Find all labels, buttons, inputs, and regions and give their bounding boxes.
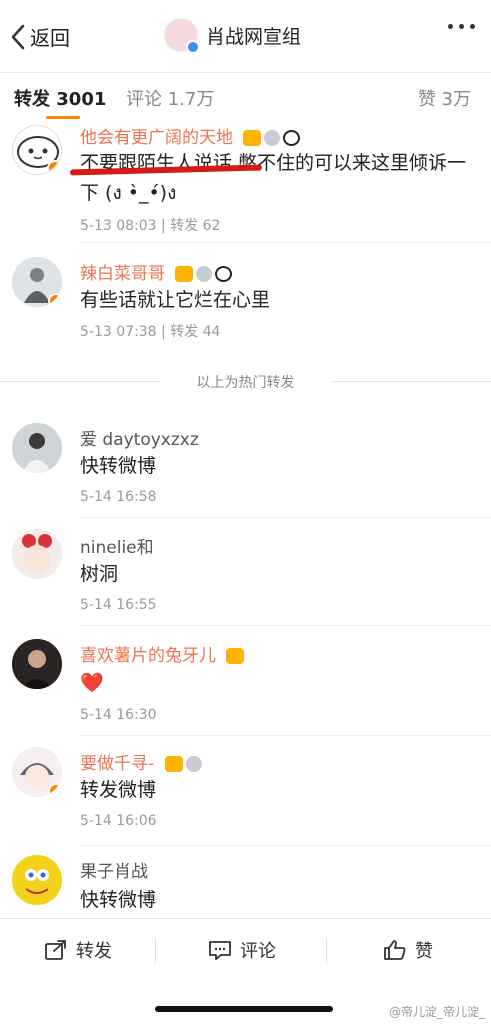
repost-content: 有些话就让它烂在心里 bbox=[80, 289, 271, 311]
repost-label: 转发 bbox=[76, 941, 112, 962]
list-item[interactable]: 果子肖战 快转微博 bbox=[0, 845, 491, 918]
repost-content: ❤️ bbox=[80, 672, 104, 694]
username[interactable]: 要做千寻- bbox=[80, 749, 202, 774]
username[interactable]: 喜欢薯片的兔牙儿 bbox=[80, 641, 245, 666]
comment-bubble-icon bbox=[209, 941, 231, 960]
username[interactable]: 辣白菜哥哥 bbox=[80, 259, 233, 284]
badges bbox=[226, 648, 245, 664]
share-arrow-icon bbox=[45, 940, 66, 960]
verified-blue-icon bbox=[186, 40, 200, 54]
verified-orange-icon bbox=[47, 160, 61, 174]
avatar[interactable] bbox=[12, 747, 62, 797]
list-item[interactable]: 他会有更广阔的天地 不要跟陌生人说话 憋不住的可以来这里倾诉一下 (ง •̀_•… bbox=[0, 121, 491, 243]
panda-icon bbox=[215, 266, 233, 282]
username[interactable]: 他会有更广阔的天地 bbox=[80, 123, 301, 148]
repost-content: 快转微博 bbox=[80, 889, 157, 911]
avatar[interactable] bbox=[12, 125, 62, 175]
username-text: 他会有更广阔的天地 bbox=[80, 128, 233, 148]
more-dots-icon[interactable] bbox=[448, 24, 475, 29]
repost-meta: 5-14 16:55 bbox=[80, 597, 157, 613]
back-label: 返回 bbox=[30, 26, 70, 50]
like-button[interactable]: 赞 bbox=[383, 937, 433, 963]
username-text: 要做千寻- bbox=[80, 754, 155, 774]
active-tab-indicator bbox=[46, 116, 80, 119]
username[interactable]: 果子肖战 bbox=[80, 857, 148, 882]
comment-button[interactable]: 评论 bbox=[208, 937, 276, 963]
account-avatar bbox=[164, 18, 200, 54]
vip-crown-icon bbox=[226, 648, 245, 664]
verified-orange-icon bbox=[48, 783, 62, 797]
chevron-left-icon bbox=[11, 24, 25, 49]
repost-content: 树洞 bbox=[80, 563, 119, 585]
back-button[interactable]: 返回 bbox=[10, 22, 70, 51]
tab-comment[interactable]: 评论 1.7万 bbox=[126, 85, 214, 111]
bottom-action-bar: 转发 评论 赞 bbox=[0, 918, 491, 982]
avatar[interactable] bbox=[12, 855, 62, 905]
list-item[interactable]: 辣白菜哥哥 有些话就让它烂在心里 5-13 07:38 | 转发 44 bbox=[0, 243, 491, 351]
vip-crown-icon bbox=[164, 756, 183, 772]
repost-meta: 5-14 16:58 bbox=[80, 489, 157, 505]
watermark: @帝儿淀_帝儿淀_ bbox=[388, 1005, 485, 1019]
divider bbox=[326, 939, 327, 963]
girl-avatar-icon bbox=[12, 529, 62, 579]
page-title: 肖战网宣组 bbox=[206, 25, 302, 48]
vip-crown-icon bbox=[175, 266, 194, 282]
list-item[interactable]: 喜欢薯片的兔牙儿 ❤️ 5-14 16:30 bbox=[0, 625, 491, 736]
silver-medal-icon bbox=[185, 756, 202, 772]
repost-button[interactable]: 转发 bbox=[44, 937, 112, 963]
spongebob-avatar-icon bbox=[12, 855, 62, 905]
username-text: 喜欢薯片的兔牙儿 bbox=[80, 646, 216, 666]
repost-meta: 5-13 07:38 | 转发 44 bbox=[80, 324, 221, 340]
list-item[interactable]: 要做千寻- 转发微博 5-14 16:06 bbox=[0, 735, 491, 846]
avatar[interactable] bbox=[12, 639, 62, 689]
avatar[interactable] bbox=[12, 423, 62, 473]
tab-like[interactable]: 赞 3万 bbox=[418, 85, 471, 111]
list-item[interactable]: ninelie和 树洞 5-14 16:55 bbox=[0, 517, 491, 626]
badges bbox=[175, 266, 233, 282]
top-nav-bar: 返回 肖战网宣组 bbox=[0, 0, 491, 72]
panda-icon bbox=[283, 130, 301, 146]
vip-crown-icon bbox=[243, 130, 262, 146]
tab-bar: 转发 3001 评论 1.7万 赞 3万 bbox=[0, 73, 491, 121]
hot-reposts-divider: 以上为热门转发 bbox=[0, 371, 491, 391]
comment-label: 评论 bbox=[240, 941, 276, 962]
tab-repost[interactable]: 转发 3001 bbox=[14, 85, 106, 111]
portrait-avatar-icon bbox=[12, 639, 62, 689]
badges bbox=[164, 756, 202, 772]
hot-reposts-label: 以上为热门转发 bbox=[196, 375, 295, 391]
portrait-avatar-icon bbox=[12, 423, 62, 473]
badges bbox=[243, 130, 301, 146]
silver-medal-icon bbox=[264, 130, 281, 146]
home-indicator[interactable] bbox=[155, 1006, 333, 1012]
silver-medal-icon bbox=[196, 266, 213, 282]
repost-meta: 5-13 08:03 | 转发 62 bbox=[80, 218, 221, 234]
username[interactable]: ninelie和 bbox=[80, 533, 154, 558]
divider bbox=[155, 939, 156, 963]
avatar[interactable] bbox=[12, 529, 62, 579]
list-item[interactable]: 爱 daytoyxzxz 快转微博 5-14 16:58 bbox=[0, 411, 491, 518]
thumbs-up-icon bbox=[384, 940, 406, 960]
repost-content: 快转微博 bbox=[80, 455, 157, 477]
avatar[interactable] bbox=[12, 257, 62, 307]
repost-meta: 5-14 16:06 bbox=[80, 813, 157, 829]
repost-content: 不要跟陌生人说话 憋不住的可以来这里倾诉一下 (ง •̀_•́)ง bbox=[80, 152, 467, 204]
account-title[interactable]: 肖战网宣组 bbox=[164, 18, 302, 54]
verified-orange-icon bbox=[48, 293, 62, 307]
repost-meta: 5-14 16:30 bbox=[80, 707, 157, 723]
username-text: 辣白菜哥哥 bbox=[80, 264, 165, 284]
username[interactable]: 爱 daytoyxzxz bbox=[80, 425, 199, 450]
like-label: 赞 bbox=[415, 941, 433, 962]
repost-content: 转发微博 bbox=[80, 779, 157, 801]
